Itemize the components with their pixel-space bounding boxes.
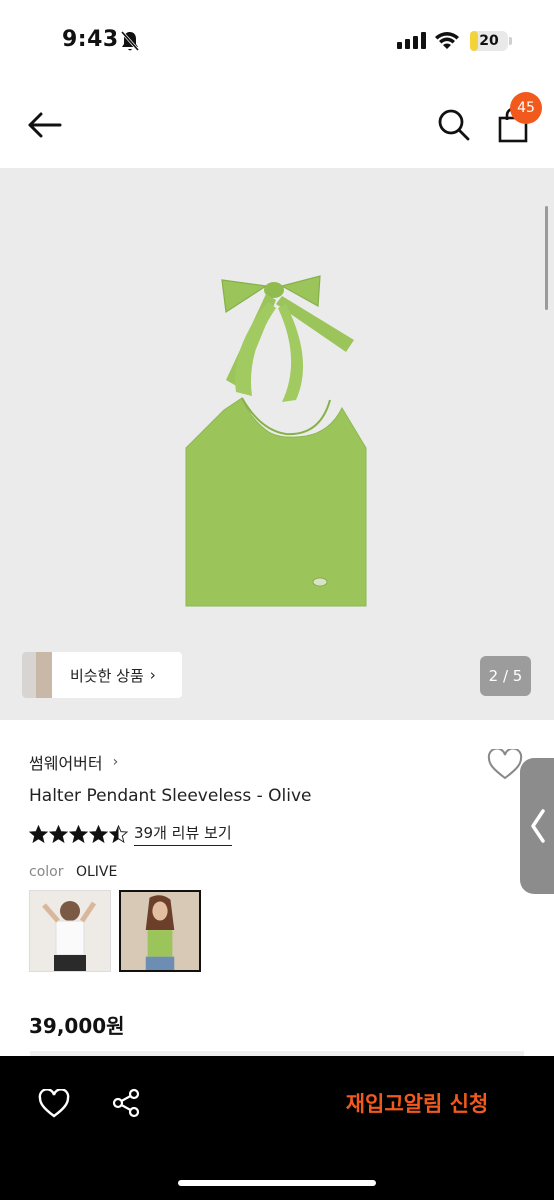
cellular-signal-icon [397,32,426,49]
top-navigation [0,80,554,168]
status-bar: 9:43 20 [0,0,554,80]
battery-cap [509,37,512,45]
chevron-left-icon [531,809,545,843]
color-label: color [29,864,64,880]
star-rating [29,824,128,844]
heart-icon[interactable] [38,1089,70,1119]
bell-off-icon [120,31,140,51]
chevron-right-icon: › [112,754,119,770]
image-page-counter: 2 / 5 [480,656,531,696]
star-icon [89,824,108,843]
star-icon [49,824,68,843]
bottom-action-bar: 재입고알림 신청 [0,1056,554,1200]
similar-products-label: 비슷한 상품 [70,666,144,685]
search-icon[interactable] [437,108,471,142]
share-icon[interactable] [111,1088,141,1118]
color-selection-label: color OLIVE [29,864,117,880]
wifi-icon [435,32,459,49]
product-info: 썸웨어버터 › Halter Pendant Sleeveless - Oliv… [0,720,554,1056]
brand-link[interactable]: 썸웨어버터 › [29,750,118,774]
home-indicator [178,1180,376,1186]
color-swatch-white[interactable] [29,890,111,972]
scroll-indicator [545,206,548,310]
model-photo-olive [121,892,199,970]
star-icon [109,824,128,843]
product-price: 39,000원 [29,1014,125,1038]
back-arrow-icon[interactable] [26,110,64,140]
reviews-link[interactable]: 39개 리뷰 보기 [134,822,232,846]
star-icon [29,824,48,843]
wishlist-heart-icon[interactable] [487,749,523,781]
rating-row: 39개 리뷰 보기 [29,822,232,846]
similar-products-thumbnail [22,652,56,698]
status-time: 9:43 [62,27,119,52]
restock-alert-button[interactable]: 재입고알림 신청 [326,1084,508,1124]
similar-products-button[interactable]: 비슷한 상품 › [22,652,182,698]
product-image [185,275,367,607]
product-image-gallery[interactable]: 비슷한 상품 › 2 / 5 [0,168,554,720]
battery-level: 20 [479,33,499,49]
chevron-right-icon: › [149,666,156,684]
model-photo-white [30,891,110,971]
cart-count-badge: 45 [510,92,542,124]
product-title: Halter Pendant Sleeveless - Olive [29,786,312,806]
star-icon [69,824,88,843]
brand-name: 썸웨어버터 [29,754,103,773]
color-value: OLIVE [75,864,118,880]
battery-indicator: 20 [470,31,508,51]
color-swatch-olive[interactable] [119,890,201,972]
